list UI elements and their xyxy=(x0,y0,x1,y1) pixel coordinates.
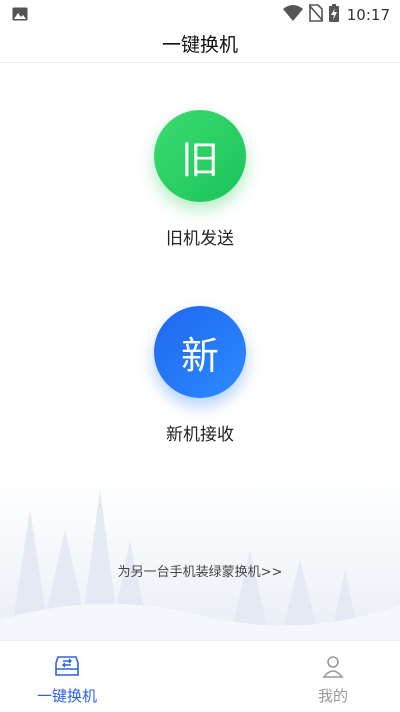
wifi-icon xyxy=(282,5,303,25)
new-phone-receive-button[interactable]: 新 新机接收 xyxy=(0,306,400,445)
old-phone-send-button[interactable]: 旧 旧机发送 xyxy=(0,110,400,249)
scenery-background xyxy=(0,470,400,640)
battery-charging-icon xyxy=(328,4,339,26)
tab-one-click-transfer[interactable]: 一键换机 xyxy=(7,641,127,712)
status-time: 10:17 xyxy=(346,6,390,24)
new-phone-icon[interactable]: 新 xyxy=(154,306,246,398)
tab-label-mine: 我的 xyxy=(317,687,348,705)
tab-label-transfer: 一键换机 xyxy=(36,687,97,705)
old-phone-icon[interactable]: 旧 xyxy=(154,110,246,202)
old-phone-send-label: 旧机发送 xyxy=(166,229,234,249)
install-on-another-phone-link[interactable]: 为另一台手机装绿蒙换机>> xyxy=(0,561,400,580)
transfer-box-icon xyxy=(7,655,127,681)
tab-mine[interactable]: 我的 xyxy=(273,641,393,712)
page-title: 一键换机 xyxy=(161,34,238,56)
new-circle-text: 新 xyxy=(180,333,219,378)
new-phone-receive-label: 新机接收 xyxy=(166,425,234,445)
title-bar: 一键换机 xyxy=(0,28,400,63)
gallery-icon xyxy=(12,6,28,25)
user-icon xyxy=(273,655,393,681)
no-sim-icon xyxy=(308,4,324,26)
old-circle-text: 旧 xyxy=(180,137,219,182)
status-bar: 10:17 xyxy=(0,0,400,28)
bottom-tab-bar: 一键换机 我的 xyxy=(0,640,400,712)
